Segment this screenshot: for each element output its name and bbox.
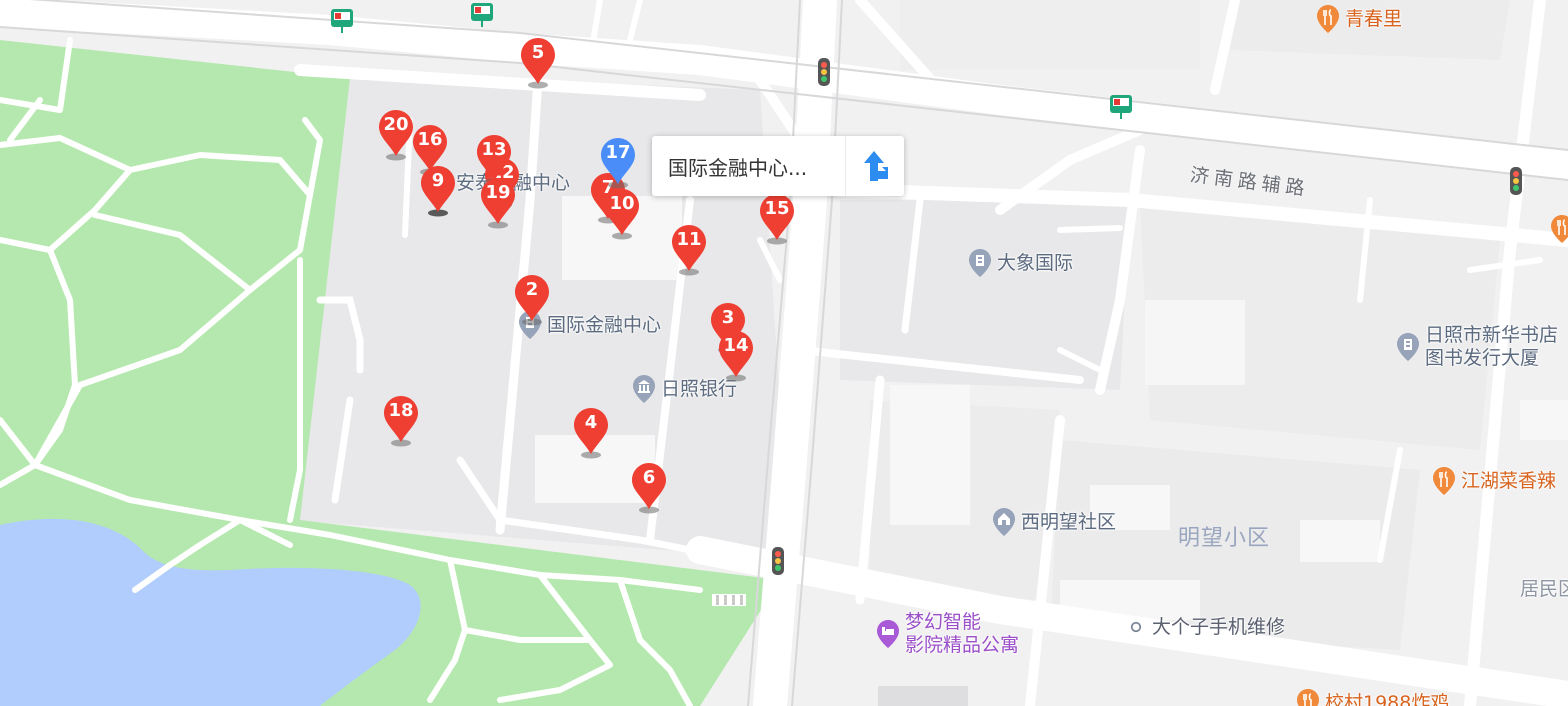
- map-marker[interactable]: 14: [716, 330, 756, 384]
- info-popup[interactable]: 国际金融中心...: [652, 136, 904, 196]
- traffic-light-icon: [772, 547, 784, 575]
- poi-daxiang[interactable]: 大象国际: [968, 248, 1073, 278]
- map-base-layer: [0, 0, 1568, 706]
- bus-stop-icon[interactable]: [470, 2, 494, 28]
- poi-xiaocun-chicken[interactable]: 校村1988炸鸡: [1296, 688, 1449, 706]
- district-label-mingwang: 明望小区: [1178, 526, 1271, 551]
- map-marker[interactable]: 15: [757, 193, 797, 247]
- marker-number: 14: [723, 335, 749, 356]
- restaurant-icon: [1317, 5, 1339, 33]
- poi-xinhua-bookstore[interactable]: 日照市新华书店 图书发行大厦: [1396, 324, 1558, 370]
- traffic-light-icon: [1510, 167, 1522, 195]
- marker-number: 11: [676, 229, 702, 250]
- map-marker[interactable]: 10: [602, 188, 642, 242]
- poi-menghuan-apartment[interactable]: 梦幻智能 影院精品公寓: [876, 611, 1019, 657]
- poi-ximingwang-community[interactable]: 西明望社区: [992, 507, 1116, 537]
- map-marker-selected[interactable]: 17: [598, 137, 638, 191]
- marker-number: 17: [605, 142, 631, 163]
- bus-stop-icon[interactable]: [1109, 94, 1133, 120]
- dot-icon: [1130, 622, 1142, 633]
- marker-number: 13: [481, 139, 507, 160]
- marker-number: 6: [642, 467, 656, 488]
- poi-residential[interactable]: 居民区: [1520, 578, 1568, 601]
- map-canvas[interactable]: 济南路辅路 明望小区 青春里 大象国际 日照市新华书店 图书发行大厦 江湖菜香辣 …: [0, 0, 1568, 706]
- community-icon: [993, 508, 1015, 536]
- hotel-icon: [877, 619, 899, 648]
- map-marker[interactable]: 19: [478, 177, 518, 231]
- map-marker[interactable]: 6: [629, 462, 669, 516]
- map-marker[interactable]: 4: [571, 407, 611, 461]
- marker-number: 10: [609, 193, 635, 214]
- marker-number: 15: [764, 198, 790, 219]
- marker-number: 9: [431, 170, 445, 191]
- map-marker[interactable]: 2: [512, 274, 552, 328]
- traffic-light-icon: [818, 58, 830, 86]
- marker-number: 2: [525, 279, 539, 300]
- marker-number: 5: [531, 42, 545, 63]
- building-icon: [969, 249, 991, 277]
- map-marker[interactable]: 9: [418, 165, 458, 219]
- map-marker[interactable]: 11: [669, 224, 709, 278]
- building-icon: [1397, 332, 1419, 361]
- restaurant-icon[interactable]: [1550, 214, 1568, 244]
- poi-qingchunli[interactable]: 青春里: [1316, 4, 1402, 34]
- popup-title[interactable]: 国际金融中心...: [652, 152, 845, 181]
- bank-icon: [633, 375, 655, 403]
- marker-number: 3: [721, 307, 735, 328]
- restaurant-icon: [1433, 467, 1455, 495]
- marker-number: 19: [485, 182, 511, 203]
- bus-stop-icon[interactable]: [330, 8, 354, 34]
- route-arrow-icon: [864, 151, 888, 181]
- map-marker[interactable]: 5: [518, 37, 558, 91]
- poi-dagezi-phone-repair[interactable]: 大个子手机维修: [1130, 616, 1285, 639]
- poi-jianghu-restaurant[interactable]: 江湖菜香辣: [1432, 466, 1556, 496]
- marker-number: 4: [584, 412, 598, 433]
- map-marker[interactable]: 18: [381, 395, 421, 449]
- marker-number: 18: [388, 400, 414, 421]
- marker-number: 16: [417, 129, 443, 150]
- restaurant-icon: [1297, 689, 1319, 706]
- route-button[interactable]: [845, 136, 904, 196]
